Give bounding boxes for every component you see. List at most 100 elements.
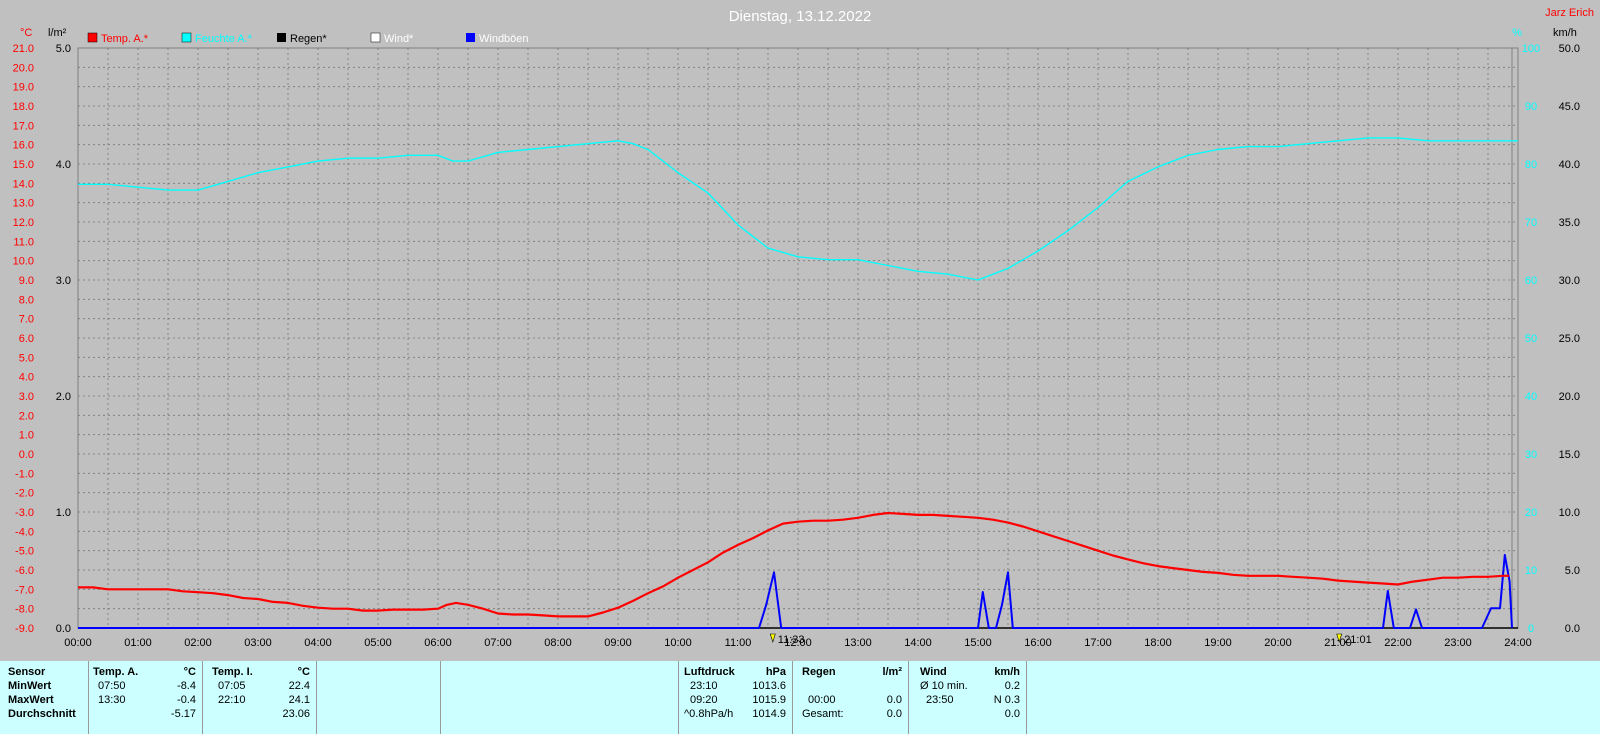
time-tick-label: 13:00: [844, 637, 872, 649]
rain-unit: l/m²: [882, 666, 902, 678]
time-tick-label: 02:00: [184, 637, 212, 649]
time-tick-label: 17:00: [1084, 637, 1112, 649]
time-tick-label: 07:00: [484, 637, 512, 649]
temp-tick-label: -9.0: [15, 623, 34, 635]
temp-tick-label: -3.0: [15, 507, 34, 519]
rain-time: 00:00: [808, 694, 836, 706]
marker-time-label: 11:33: [778, 634, 805, 646]
stats-col-temp-a: Temp. A. °C 07:50 -8.4 13:30 -0.4 -5.17: [88, 661, 203, 734]
hum-tick-label: 30: [1525, 449, 1537, 461]
hum-tick-label: 90: [1525, 101, 1537, 113]
temp-tick-label: 17.0: [13, 120, 34, 132]
legend-swatch-temp: [87, 32, 98, 43]
rain-tick-label: 5.0: [56, 43, 71, 55]
time-tick-label: 22:00: [1384, 637, 1412, 649]
temp-a-unit: °C: [183, 666, 196, 678]
stats-panel: Sensor MinWert MaxWert Durchschnitt Temp…: [0, 661, 1600, 734]
temp-tick-label: -2.0: [15, 488, 34, 500]
wind-tick-label: 15.0: [1559, 449, 1580, 461]
legend-swatch-gust: [466, 33, 475, 42]
legend-label-wind: Wind*: [384, 33, 414, 45]
wind-header: Wind: [920, 666, 947, 678]
stats-col-empty-2: [440, 661, 679, 734]
time-tick-label: 11:00: [725, 637, 752, 649]
rain-tick-label: 2.0: [56, 391, 71, 403]
wind-max-time: 23:50: [926, 694, 954, 706]
temp-a-max-value: -0.4: [177, 694, 196, 706]
temp-tick-label: 21.0: [13, 43, 34, 55]
temp-i-avg-value: 23.06: [282, 708, 310, 720]
legend-swatch-rain: [277, 33, 286, 42]
temp-tick-label: 19.0: [13, 82, 34, 94]
wind-avg-value: 0.2: [1004, 680, 1020, 692]
temp-i-max-time: 22:10: [218, 694, 246, 706]
temp-tick-label: 12.0: [13, 217, 34, 229]
temp-tick-label: 10.0: [13, 256, 34, 268]
temp-a-header: Temp. A.: [93, 666, 139, 678]
hum-tick-label: 40: [1525, 391, 1537, 403]
hum-axis-unit: %: [1512, 27, 1522, 39]
hum-tick-label: 50: [1525, 333, 1537, 345]
rain-tick-label: 0.0: [56, 623, 71, 635]
temp-tick-label: 14.0: [13, 178, 34, 190]
legend-label-humidity: Feuchte A.*: [195, 33, 253, 45]
temp-tick-label: 13.0: [13, 198, 34, 210]
time-tick-label: 06:00: [424, 637, 452, 649]
temp-tick-label: 9.0: [19, 275, 34, 287]
temp-tick-label: 2.0: [19, 410, 34, 422]
wind-tick-label: 40.0: [1559, 159, 1580, 171]
pressure-unit: hPa: [765, 666, 786, 678]
temp-a-avg-value: -5.17: [170, 708, 196, 720]
marker-time-label: 21:01: [1344, 634, 1372, 646]
temp-a-max-time: 13:30: [98, 694, 126, 706]
time-tick-label: 09:00: [604, 637, 632, 649]
sensor-header: Sensor: [8, 666, 46, 678]
wind-avg-label: Ø 10 min.: [920, 680, 968, 692]
pressure-header: Luftdruck: [684, 666, 735, 678]
temp-tick-label: -4.0: [15, 526, 34, 538]
time-tick-label: 14:00: [904, 637, 932, 649]
stats-col-wind: Wind km/h Ø 10 min. 0.2 23:50 N 0.3 0.0: [908, 661, 1027, 734]
time-tick-label: 19:00: [1204, 637, 1232, 649]
temp-tick-label: -6.0: [15, 565, 34, 577]
stats-col-rain: Regen l/m² 00:00 0.0 Gesamt: 0.0: [792, 661, 909, 734]
legend-label-temp: Temp. A.*: [101, 33, 149, 45]
temp-i-header: Temp. I.: [212, 666, 253, 678]
wind-tick-label: 25.0: [1559, 333, 1580, 345]
temp-tick-label: -8.0: [15, 604, 34, 616]
hum-tick-label: 20: [1525, 507, 1537, 519]
wind-tick-label: 10.0: [1559, 507, 1580, 519]
temp-tick-label: -7.0: [15, 584, 34, 596]
wind-tick-label: 5.0: [1565, 565, 1580, 577]
temp-tick-label: 6.0: [19, 333, 34, 345]
temp-tick-label: 0.0: [19, 449, 34, 461]
rain-tick-label: 1.0: [56, 507, 71, 519]
time-tick-label: 08:00: [544, 637, 572, 649]
time-tick-label: 16:00: [1024, 637, 1052, 649]
pressure-trend-value: 1014.9: [752, 708, 786, 720]
pressure-trend-label: ^0.8hPa/h: [684, 708, 734, 720]
temp-tick-label: 8.0: [19, 294, 34, 306]
legend-label-gust: Windböen: [479, 33, 529, 45]
time-tick-label: 23:00: [1444, 637, 1472, 649]
rain-total-label: Gesamt:: [802, 708, 844, 720]
temp-tick-label: 16.0: [13, 140, 34, 152]
hum-tick-label: 0: [1528, 623, 1534, 635]
temp-tick-label: 20.0: [13, 62, 34, 74]
temp-tick-label: 3.0: [19, 391, 34, 403]
temp-i-unit: °C: [297, 666, 310, 678]
wind-tick-label: 0.0: [1565, 623, 1580, 635]
hum-tick-label: 10: [1525, 565, 1537, 577]
stats-col-pressure: Luftdruck hPa 23:10 1013.6 09:20 1015.9 …: [678, 661, 793, 734]
temp-tick-label: 1.0: [19, 430, 34, 442]
time-tick-label: 04:00: [304, 637, 332, 649]
temp-tick-label: -1.0: [15, 468, 34, 480]
time-tick-label: 01:00: [124, 637, 152, 649]
chart-title: Dienstag, 13.12.2022: [729, 8, 872, 25]
temp-tick-label: 4.0: [19, 372, 34, 384]
temp-tick-label: 18.0: [13, 101, 34, 113]
sensor-max-label: MaxWert: [8, 694, 54, 706]
pressure-min-value: 1013.6: [752, 680, 786, 692]
time-tick-label: 10:00: [664, 637, 692, 649]
author-label: Jarz Erich: [1545, 7, 1594, 19]
